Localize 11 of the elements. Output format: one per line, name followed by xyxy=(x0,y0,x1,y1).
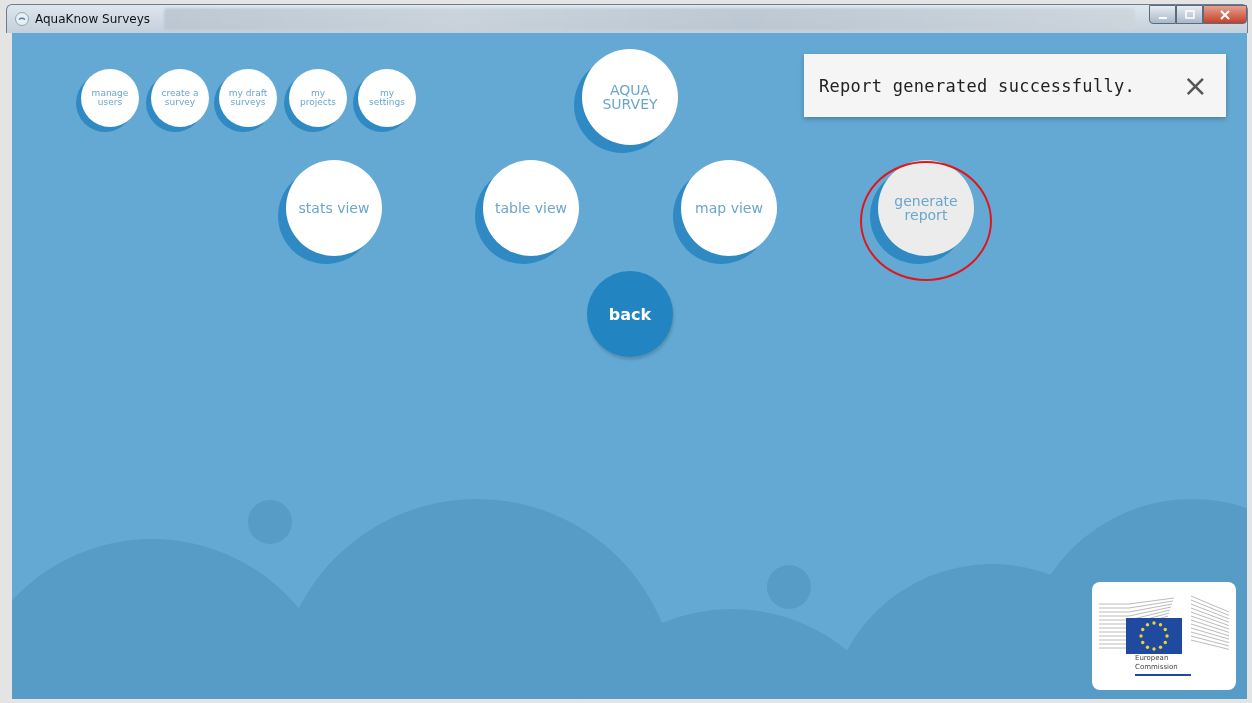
maximize-icon xyxy=(1184,9,1195,20)
window-title: AquaKnow Surveys xyxy=(35,12,150,26)
close-icon xyxy=(1219,9,1231,20)
minimize-icon xyxy=(1158,16,1167,19)
maximize-button[interactable] xyxy=(1176,5,1203,24)
toast-message: Report generated successfully. xyxy=(819,75,1136,96)
minimize-button[interactable] xyxy=(1149,5,1176,24)
back-button[interactable]: back xyxy=(587,271,673,357)
app-icon xyxy=(15,12,29,26)
close-button[interactable]: × xyxy=(1178,70,1212,101)
close-button[interactable] xyxy=(1203,5,1247,24)
